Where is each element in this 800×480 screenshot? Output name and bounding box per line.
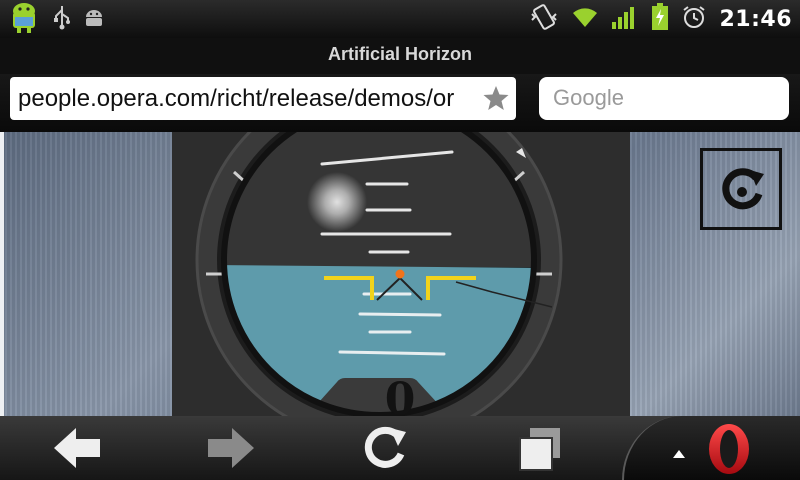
title-bar: Artificial Horizon bbox=[0, 38, 800, 74]
web-content: 0 bbox=[0, 132, 800, 416]
refresh-button[interactable] bbox=[360, 424, 410, 472]
page-title: Artificial Horizon bbox=[327, 44, 472, 64]
artificial-horizon-instrument[interactable]: 0 bbox=[172, 132, 630, 416]
instrument-panel: 0 bbox=[172, 132, 630, 416]
android-icon bbox=[6, 0, 42, 38]
bookmark-star-icon[interactable] bbox=[482, 84, 510, 116]
url-text[interactable]: people.opera.com/richt/release/demos/or bbox=[18, 85, 454, 113]
roll-readout: 0 bbox=[385, 374, 416, 416]
back-button[interactable] bbox=[52, 424, 102, 472]
tabs-icon bbox=[516, 428, 566, 476]
usb-icon bbox=[52, 4, 72, 34]
page-edge bbox=[0, 132, 4, 416]
forward-icon bbox=[206, 428, 256, 476]
vibrate-icon bbox=[529, 2, 559, 36]
opera-menu-icon bbox=[702, 422, 756, 480]
status-bar: 21:46 bbox=[0, 0, 800, 38]
bottom-toolbar bbox=[0, 416, 800, 480]
reload-icon bbox=[360, 426, 410, 476]
caret-up-icon bbox=[672, 444, 686, 463]
reload-icon bbox=[716, 164, 768, 220]
tabs-button[interactable] bbox=[516, 424, 566, 472]
battery-charging-icon bbox=[651, 3, 669, 35]
signal-icon bbox=[611, 4, 639, 34]
forward-button[interactable] bbox=[206, 424, 256, 472]
opera-menu-button[interactable] bbox=[622, 416, 800, 480]
alarm-icon bbox=[681, 4, 707, 34]
page-reload-button[interactable] bbox=[700, 148, 782, 230]
address-row: people.opera.com/richt/release/demos/or … bbox=[0, 74, 800, 132]
url-field[interactable]: people.opera.com/richt/release/demos/or bbox=[10, 77, 516, 120]
search-field[interactable]: Google bbox=[539, 77, 789, 120]
clock: 21:46 bbox=[719, 6, 792, 32]
search-placeholder[interactable]: Google bbox=[553, 85, 624, 111]
back-icon bbox=[52, 428, 102, 476]
debug-icon bbox=[82, 5, 106, 33]
wifi-icon bbox=[571, 5, 599, 33]
